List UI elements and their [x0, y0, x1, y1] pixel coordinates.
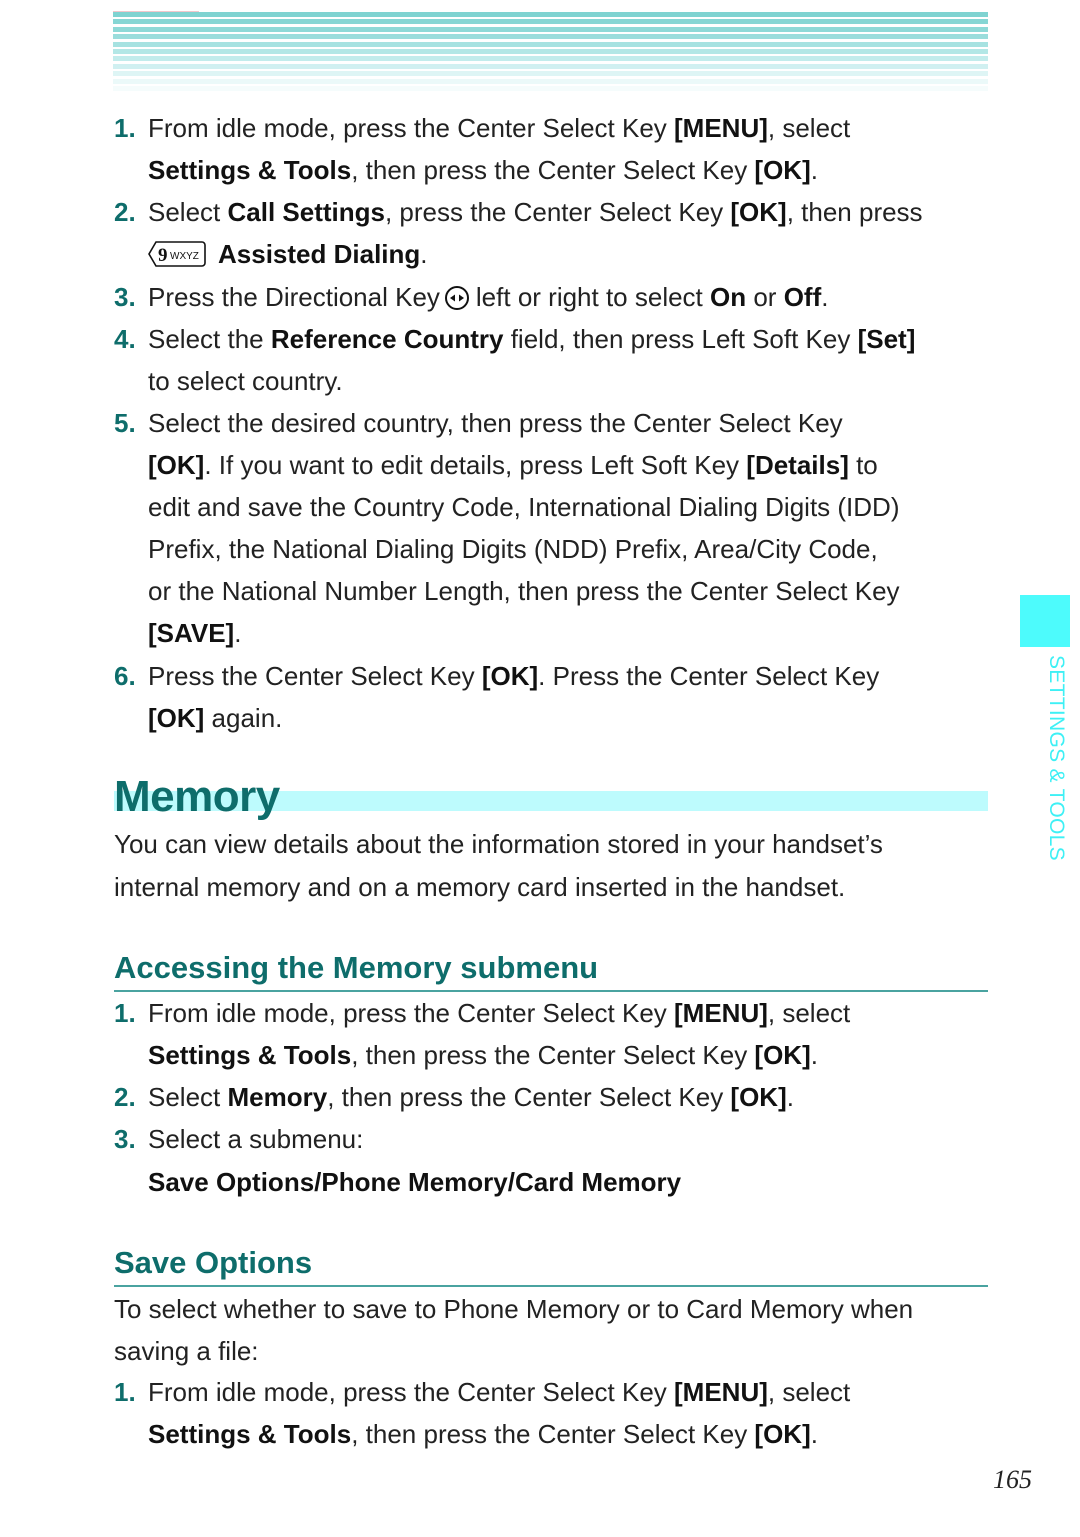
- step-text: Select the Reference Country field, then…: [148, 324, 916, 396]
- step-number: 1.: [114, 998, 136, 1028]
- header-stripe: [113, 34, 988, 40]
- bold-term: [Set]: [857, 324, 916, 354]
- bold-term: On: [710, 282, 747, 312]
- bold-term: [MENU]: [674, 1377, 768, 1407]
- svg-text:WXYZ: WXYZ: [170, 251, 199, 262]
- step-text: Select a submenu:: [148, 1124, 364, 1154]
- bold-term: Assisted Dialing: [218, 239, 421, 269]
- svg-text:9: 9: [158, 245, 168, 266]
- bold-term: Settings & Tools: [148, 1040, 352, 1070]
- header-stripe: [113, 41, 988, 47]
- save-options-intro-line-2: saving a file:: [114, 1336, 259, 1366]
- step-number: 4.: [114, 324, 136, 354]
- accessing-memory-heading: Accessing the Memory submenu: [114, 948, 988, 992]
- bold-term: [MENU]: [674, 998, 768, 1028]
- step-item: 2. Select Memory, then press the Center S…: [114, 1076, 994, 1118]
- step-item: 2. Select Call Settings, press the Center…: [114, 191, 994, 275]
- step-number: 1.: [114, 113, 136, 143]
- bold-term: Call Settings: [227, 197, 385, 227]
- step-text: From idle mode, press the Center Select …: [148, 113, 851, 185]
- page-number: 165: [993, 1465, 1032, 1494]
- step-item: 4. Select the Reference Country field, th…: [114, 318, 994, 402]
- step-text: From idle mode, press the Center Select …: [148, 1377, 851, 1449]
- chapter-side-label-text: SETTINGS & TOOLS: [1045, 655, 1068, 861]
- memory-intro-line-1: You can view details about the informati…: [114, 829, 883, 859]
- bold-term: [OK]: [730, 197, 787, 227]
- step-text: Select the desired country, then press t…: [148, 408, 900, 648]
- save-options-heading: Save Options: [114, 1243, 988, 1287]
- header-stripe: [113, 71, 988, 77]
- step-number: 5.: [114, 408, 136, 438]
- bold-term: [OK]: [148, 450, 205, 480]
- header-stripe: [113, 78, 988, 84]
- step-item: 1. From idle mode, press the Center Selec…: [114, 1371, 994, 1455]
- step-text: Press the Directional Key left or right t…: [148, 281, 829, 312]
- save-options-intro-line-1: To select whether to save to Phone Memor…: [114, 1294, 914, 1324]
- step-text: Select Memory, then press the Center Sel…: [148, 1082, 794, 1112]
- bold-term: [OK]: [730, 1082, 787, 1112]
- bold-term: Reference Country: [270, 324, 504, 354]
- memory-intro-line-2: internal memory and on a memory card ins…: [114, 872, 846, 902]
- step-number: 3.: [114, 1124, 136, 1154]
- bold-term: [OK]: [148, 703, 205, 733]
- bold-term: Settings & Tools: [148, 1419, 352, 1449]
- bold-term: [OK]: [754, 155, 811, 185]
- chapter-side-label: SETTINGS & TOOLS: [1042, 655, 1072, 865]
- step-text: From idle mode, press the Center Select …: [148, 998, 851, 1070]
- bold-term: [OK]: [754, 1419, 811, 1449]
- header-stripe: [113, 86, 988, 91]
- header-stripe: [113, 56, 988, 62]
- header-stripe: [113, 63, 988, 69]
- bold-term: Off: [783, 282, 822, 312]
- bold-term: [Details]: [746, 450, 849, 480]
- header-stripe: [113, 19, 988, 25]
- step-text: Select Call Settings, press the Center S…: [148, 197, 923, 269]
- bold-term: [OK]: [481, 661, 539, 691]
- submenu-options: Save Options/Phone Memory/Card Memory: [148, 1167, 682, 1197]
- step-item: 1. From idle mode, press the Center Selec…: [114, 992, 994, 1076]
- header-stripe: [113, 12, 988, 17]
- step-text: Press the Center Select Key [OK]. Press …: [148, 661, 880, 733]
- header-stripe: [113, 49, 988, 54]
- step-number: 6.: [114, 661, 136, 691]
- step-number: 2.: [114, 1082, 136, 1112]
- bold-term: [SAVE]: [148, 618, 235, 648]
- directional-key-icon: [444, 281, 470, 310]
- bold-term: [OK]: [754, 1040, 811, 1070]
- bold-term: Settings & Tools: [148, 155, 352, 185]
- header-stripe: [113, 26, 988, 32]
- key-9-wxyz-icon: 9 WXYZ: [148, 241, 206, 267]
- step-number: 2.: [114, 197, 136, 227]
- step-item: 6. Press the Center Select Key [OK]. Pres…: [114, 655, 994, 739]
- chapter-tab-marker: [1020, 595, 1070, 647]
- step-item: 1. From idle mode, press the Center Selec…: [114, 107, 994, 191]
- step-item: 5. Select the desired country, then press…: [114, 402, 994, 654]
- step-item: 3. Select a submenu:: [114, 1118, 994, 1160]
- memory-section-title: Memory: [114, 772, 280, 821]
- step-number: 1.: [114, 1377, 136, 1407]
- bold-term: [MENU]: [674, 113, 768, 143]
- header-stripe-banner: [113, 11, 988, 94]
- step-number: 3.: [114, 282, 136, 312]
- bold-term: Memory: [227, 1082, 328, 1112]
- step-item: 3. Press the Directional Key left or right…: [114, 276, 994, 318]
